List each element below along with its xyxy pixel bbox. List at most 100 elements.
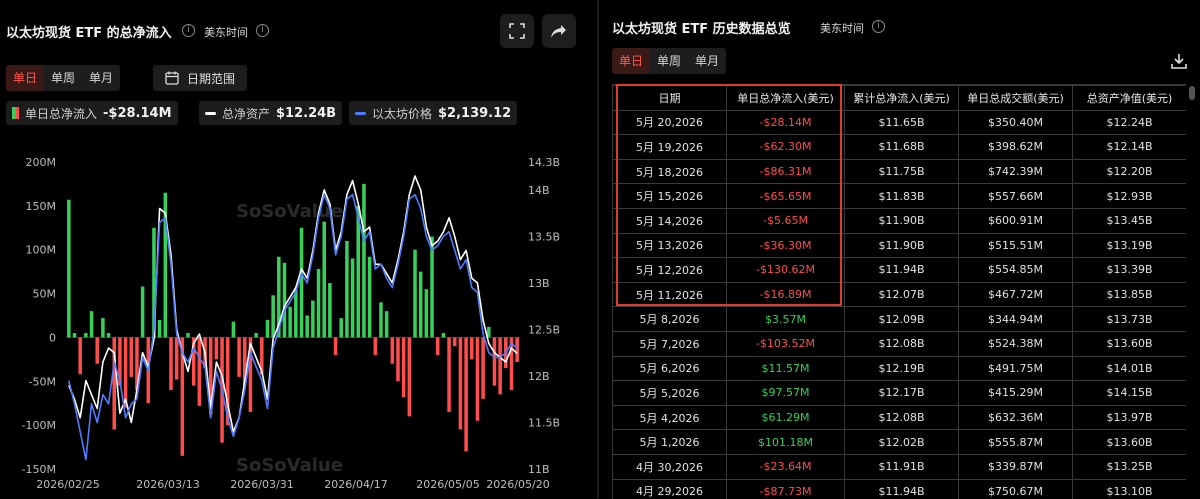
y-right-tick-label: 14.3B — [528, 156, 560, 169]
table-cell: $11.83B — [844, 183, 959, 209]
chart-panel-title: 以太坊现货 ETF 的总净流入 — [6, 26, 172, 41]
inflow-bar — [350, 258, 355, 338]
timezone-info-icon[interactable]: i — [256, 24, 269, 37]
inflow-bar — [345, 240, 349, 338]
table-cell: $11.68B — [844, 134, 959, 160]
table-cell: $14.01B — [1072, 355, 1186, 382]
table-row: 5月 5,2026 $97.57M $12.17B $415.29M $14.15B — [612, 380, 1186, 406]
inflow-bar — [367, 256, 372, 338]
date-range-button[interactable]: 日期范围 — [153, 65, 248, 91]
inflow-bar — [435, 337, 440, 355]
table-row: 5月 13,2026 -$36.30M $11.90B $515.51M $13.19B — [612, 232, 1186, 259]
table-cell: $12.19B — [844, 355, 959, 382]
table-cell: $12.24B — [1072, 109, 1186, 136]
share-button[interactable] — [542, 14, 576, 48]
x-tick-label: 2026/04/17 — [324, 478, 387, 491]
legend-assets[interactable]: 总净资产 $12.24B — [199, 101, 343, 125]
table-cell: $13.85B — [1072, 281, 1186, 308]
download-button[interactable] — [1170, 52, 1188, 74]
inflow-bar — [418, 271, 423, 338]
legend-inflow-value: -$28.14M — [103, 105, 172, 121]
table-timezone-label: 美东时间 — [820, 22, 864, 35]
table-cell: -$130.62M — [726, 257, 845, 283]
info-icon[interactable]: i — [182, 24, 195, 37]
watermark: SoSoValue — [236, 455, 343, 476]
y-left-tick-label: 100M — [26, 244, 57, 257]
table-cell: -$65.65M — [726, 183, 845, 209]
table-cell: $12.02B — [844, 429, 959, 455]
tab-weekly[interactable]: 单周 — [44, 65, 82, 91]
legend-inflow[interactable]: 单日总净流入 -$28.14M — [6, 101, 178, 125]
history-table-scroll[interactable]: 日期 单日总净流入(美元) 累计总净流入(美元) 单日总成交额(美元) 总资产净值(美元… — [612, 84, 1186, 499]
table-cell: 5月 18,2026 — [612, 158, 727, 185]
table-cell: $13.45B — [1072, 207, 1186, 234]
table-cell: $11.91B — [844, 453, 959, 480]
inflow-bar — [424, 289, 429, 338]
inflow-chart: SoSoValue SoSoValue 200M 150M 100M 50M 0 -50M -1… — [22, 156, 561, 491]
table-row: 5月 11,2026 -$16.89M $12.07B $467.72M $13.85B — [612, 281, 1186, 308]
table-cell: $11.94B — [844, 257, 959, 283]
inflow-bar — [231, 321, 236, 338]
table-row: 5月 19,2026 -$62.30M $11.68B $398.62M $12.14B — [612, 134, 1186, 160]
table-tab-daily[interactable]: 单日 — [612, 48, 651, 74]
y-right-tick-label: 13.5B — [528, 230, 560, 243]
table-cell: -$103.52M — [726, 330, 845, 357]
table-cell: 5月 4,2026 — [612, 404, 727, 431]
share-icon — [551, 25, 566, 38]
table-row: 5月 8,2026 $3.57M $12.09B $344.94M $13.73B — [612, 306, 1186, 332]
inflow-bar — [140, 286, 145, 338]
blue-line-swatch-icon — [355, 111, 366, 115]
column-header: 单日总成交额(美元) — [958, 85, 1073, 111]
y-right-tick-label: 11B — [528, 463, 550, 476]
table-cell: $3.57M — [726, 306, 845, 332]
table-tab-monthly[interactable]: 单月 — [688, 48, 726, 74]
table-cell: $12.14B — [1072, 134, 1186, 160]
table-tab-weekly[interactable]: 单周 — [650, 48, 688, 74]
table-row: 5月 14,2026 -$5.65M $11.90B $600.91M $13.45B — [612, 207, 1186, 234]
inflow-bar — [169, 337, 173, 391]
y-left-tick-label: -100M — [22, 419, 56, 432]
table-header-row: 日期 单日总净流入(美元) 累计总净流入(美元) 单日总成交额(美元) 总资产净值(美元… — [612, 85, 1186, 111]
x-tick-label: 2026/05/05 — [416, 478, 479, 491]
inflow-bar — [84, 333, 88, 338]
tab-daily[interactable]: 单日 — [6, 65, 45, 91]
table-scrollbar[interactable] — [1189, 86, 1195, 100]
table-cell: 5月 8,2026 — [612, 306, 727, 332]
inflow-bar — [452, 337, 457, 347]
table-period-tabs: 单日 单周 单月 — [612, 48, 727, 74]
inflow-bar — [101, 318, 105, 338]
table-cell: $750.67M — [958, 478, 1073, 499]
inflow-bar — [481, 337, 485, 399]
inflow-bar — [447, 337, 451, 412]
table-row: 5月 15,2026 -$65.65M $11.83B $557.66M $12.93B — [612, 183, 1186, 209]
inflow-bar — [322, 221, 326, 338]
table-cell: $11.65B — [844, 109, 959, 136]
x-tick-label: 2026/02/25 — [36, 478, 99, 491]
legend-inflow-label: 单日总净流入 — [25, 106, 98, 121]
table-cell: $12.08B — [844, 330, 959, 357]
table-timezone-info-icon[interactable]: i — [872, 20, 885, 33]
inflow-bar — [123, 337, 128, 408]
inflow-bar — [89, 311, 94, 338]
date-range-label: 日期范围 — [187, 71, 236, 86]
table-cell: 4月 30,2026 — [612, 453, 727, 480]
inflow-bar — [413, 249, 417, 338]
table-cell: $101.18M — [726, 429, 845, 455]
table-cell: 5月 7,2026 — [612, 330, 727, 357]
inflow-bar — [265, 319, 270, 338]
y-left-tick-label: 200M — [26, 156, 57, 169]
table-cell: $554.85M — [958, 257, 1073, 283]
inflow-bar — [78, 337, 82, 375]
fullscreen-button[interactable] — [500, 14, 534, 48]
inflow-bar — [129, 337, 134, 377]
table-cell: -$86.31M — [726, 158, 845, 185]
tab-monthly[interactable]: 单月 — [82, 65, 120, 91]
table-cell: $467.72M — [958, 281, 1073, 308]
table-cell: $11.57M — [726, 355, 845, 382]
inflow-bar — [174, 337, 179, 380]
inflow-bar — [498, 337, 502, 395]
table-cell: 5月 11,2026 — [612, 281, 727, 308]
inflow-bar — [396, 337, 400, 382]
legend-price[interactable]: 以太坊价格 $2,139.12 — [349, 101, 518, 125]
inflow-bar — [95, 337, 99, 364]
